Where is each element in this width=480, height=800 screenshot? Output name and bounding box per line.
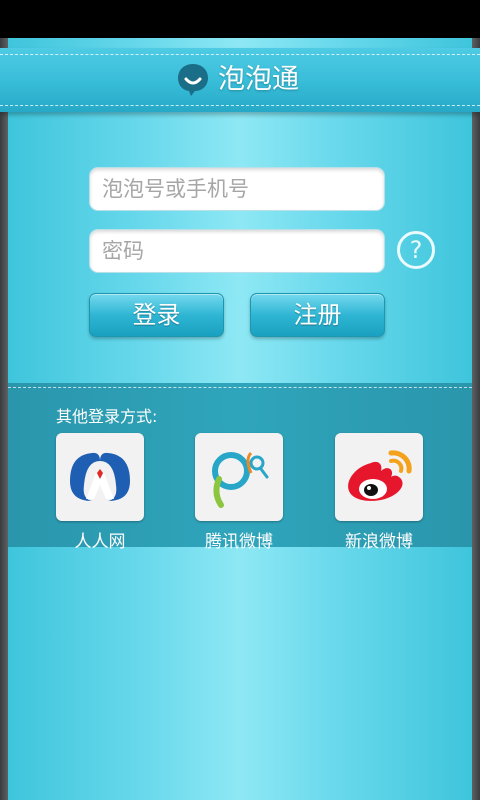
tencent-weibo-label: 腾讯微博 [205, 532, 273, 552]
tencent-weibo-icon [212, 451, 269, 508]
left-frame [0, 38, 8, 800]
right-frame [472, 38, 480, 800]
renren-icon [70, 452, 130, 501]
app-logo-icon [178, 64, 208, 96]
tencent-weibo-login-button[interactable] [195, 433, 283, 521]
sina-weibo-login-button[interactable] [335, 433, 423, 521]
register-button[interactable]: 注册 [250, 293, 385, 337]
sina-weibo-label: 新浪微博 [345, 532, 413, 552]
account-input[interactable] [89, 167, 385, 211]
help-icon[interactable]: ? [397, 231, 435, 269]
renren-label: 人人网 [74, 532, 126, 552]
renren-login-button[interactable] [56, 433, 144, 521]
other-login-label: 其他登录方式: [56, 407, 158, 426]
login-button[interactable]: 登录 [89, 293, 224, 337]
status-bar [0, 0, 480, 38]
sina-weibo-icon [348, 450, 412, 501]
app-title: 泡泡通 [218, 64, 299, 95]
password-input[interactable] [89, 229, 385, 273]
